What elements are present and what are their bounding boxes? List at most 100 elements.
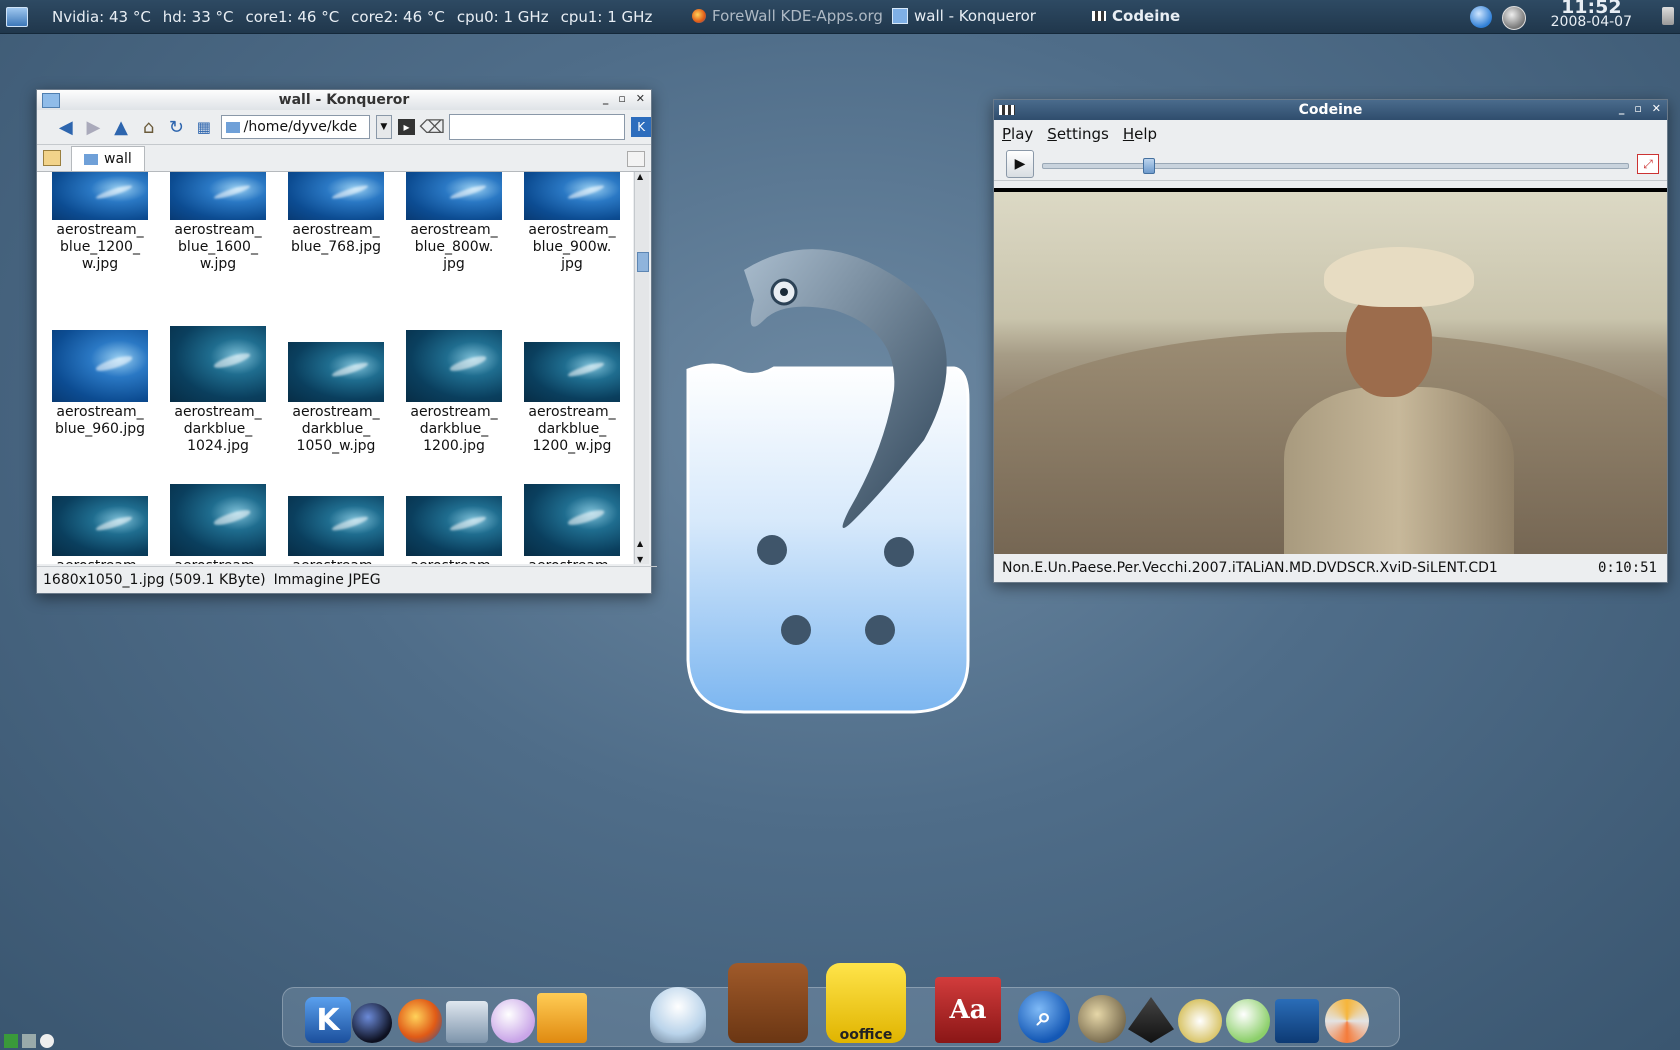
file-item[interactable]: aerostream_ (513, 484, 631, 564)
file-item[interactable]: aerostream_ darkblue_ 1024.jpg (159, 326, 277, 455)
taskbar-firefox[interactable]: ForeWall KDE-Apps.org (692, 7, 883, 25)
status-bar: 1680x1050_1.jpg (509.1 KByte) Immagine J… (37, 566, 657, 593)
file-name-line: darkblue_ (301, 421, 371, 437)
location-field[interactable]: /home/dyve/kde (220, 115, 370, 139)
reload-icon[interactable]: ↻ (165, 116, 187, 138)
back-arrow-icon[interactable]: ◀ (55, 116, 77, 138)
gimp-icon[interactable] (1078, 995, 1126, 1043)
image-thumbnail (406, 496, 502, 556)
folder-icon (84, 153, 98, 165)
cd-icon[interactable] (1325, 999, 1369, 1043)
brush-icon[interactable] (1178, 999, 1222, 1043)
file-item[interactable]: aerostream_ blue_1200_ w.jpg (41, 172, 159, 273)
file-item[interactable]: aerostream_ (41, 496, 159, 564)
file-name-line: 1024.jpg (187, 438, 249, 454)
video-frame[interactable] (994, 188, 1667, 554)
music-icon[interactable] (1226, 999, 1270, 1043)
kde-icon[interactable]: K (305, 997, 351, 1043)
show-desktop-icon[interactable] (6, 6, 28, 27)
fullscreen-button[interactable]: ⤢ (1637, 154, 1659, 174)
update-icon[interactable] (1502, 6, 1526, 30)
home-icon[interactable]: ⌂ (138, 116, 160, 138)
search-input[interactable] (449, 114, 626, 140)
menu-settings[interactable]: Settings (1047, 125, 1109, 143)
maximize-button[interactable]: ▫ (618, 92, 625, 105)
kde-throbber-icon[interactable]: K (631, 117, 652, 137)
scroll-up-icon[interactable]: ▲ (637, 172, 643, 181)
file-name-line: aerostream_ (159, 558, 277, 564)
close-button[interactable]: ✕ (636, 92, 645, 105)
tab-wall-label: wall (104, 151, 132, 167)
menu-play[interactable]: Play (1002, 125, 1033, 143)
penguin-icon[interactable] (22, 1034, 36, 1048)
file-item[interactable]: aerostream_ (395, 496, 513, 564)
scroll-down-icon[interactable]: ▼ (637, 555, 643, 564)
folder-icon (225, 121, 240, 133)
image-thumbnail (524, 172, 620, 220)
close-tab-icon[interactable] (627, 151, 645, 167)
image-thumbnail (52, 172, 148, 220)
media-filename: Non.E.Un.Paese.Per.Vecchi.2007.iTALiAN.M… (1002, 560, 1498, 576)
clock[interactable]: 11:52 2008-04-07 (1551, 0, 1632, 30)
menu-help[interactable]: Help (1123, 125, 1157, 143)
seek-handle[interactable] (1143, 158, 1156, 174)
kmail-icon[interactable] (446, 1001, 488, 1043)
kopete-icon[interactable] (491, 999, 535, 1043)
firefox-icon (692, 9, 706, 23)
scrollbar-thumb[interactable] (637, 252, 649, 272)
video-figure-hat (1324, 247, 1474, 307)
minimize-button[interactable]: _ (1619, 102, 1625, 115)
location-dropdown-button[interactable]: ▼ (375, 115, 392, 139)
file-item[interactable]: aerostream_ blue_1600_ w.jpg (159, 172, 277, 273)
taskbar-konqueror[interactable]: wall - Konqueror (892, 7, 1036, 25)
sensor-cpu0: cpu0: 1 GHz (456, 7, 549, 26)
image-thumbnail (406, 330, 502, 402)
taskbar-codeine[interactable]: Codeine (1092, 7, 1180, 25)
cow-icon[interactable] (728, 963, 808, 1043)
up-arrow-icon[interactable]: ▲ (110, 116, 132, 138)
trash-icon[interactable] (1662, 7, 1674, 25)
amarok-icon[interactable] (537, 993, 587, 1043)
seek-slider[interactable] (1042, 158, 1629, 174)
chat-icon[interactable] (40, 1034, 54, 1048)
file-item[interactable]: aerostream_ blue_900w. jpg (513, 172, 631, 273)
draw-icon[interactable] (1275, 999, 1319, 1043)
sensor-core2: core2: 46 °C (351, 7, 445, 26)
close-button[interactable]: ✕ (1652, 102, 1661, 115)
tab-wall[interactable]: wall (71, 146, 145, 171)
kstars-icon[interactable] (352, 1003, 392, 1043)
koffice-icon[interactable]: ooffice (826, 963, 906, 1043)
minimize-button[interactable]: _ (603, 92, 609, 105)
file-name-line: 1200_w.jpg (532, 438, 612, 454)
file-item[interactable]: aerostream_ darkblue_ 1200_w.jpg (513, 342, 631, 455)
file-item[interactable]: aerostream_ darkblue_ 1200.jpg (395, 330, 513, 455)
sensor-cpu1: cpu1: 1 GHz (560, 7, 653, 26)
file-item[interactable]: aerostream_ (277, 496, 395, 564)
forward-arrow-icon[interactable]: ▶ (83, 116, 105, 138)
clear-location-icon[interactable]: ⌫ (420, 116, 445, 138)
maximize-button[interactable]: ▫ (1634, 102, 1641, 115)
view-mode-icon[interactable]: ▦ (193, 116, 215, 138)
vertical-scrollbar[interactable]: ▲ ▲ ▼ (634, 172, 649, 564)
play-button[interactable]: ▶ (1006, 150, 1034, 178)
menu-bar: Play Settings Help (994, 120, 1667, 148)
file-item[interactable]: aerostream_ blue_960.jpg (41, 330, 159, 438)
bulb-icon[interactable] (650, 987, 706, 1043)
image-thumbnail (288, 172, 384, 220)
file-name-line: aerostream_ (56, 404, 144, 420)
file-item[interactable]: aerostream_ blue_800w. jpg (395, 172, 513, 273)
konqueror-titlebar[interactable]: wall - Konqueror _ ▫ ✕ (37, 90, 651, 110)
search-icon[interactable]: ⌕ (1018, 991, 1070, 1043)
terminal-icon[interactable]: ▸ (397, 119, 416, 135)
firefox-icon[interactable] (398, 999, 442, 1043)
file-item[interactable]: aerostream_ darkblue_ 1050_w.jpg (277, 342, 395, 455)
codeine-titlebar[interactable]: Codeine _ ▫ ✕ (994, 100, 1667, 120)
file-item[interactable]: aerostream_ (159, 484, 277, 564)
scroll-up-icon[interactable]: ▲ (637, 539, 643, 548)
arrow-icon[interactable] (4, 1034, 18, 1048)
new-tab-icon[interactable] (43, 150, 61, 166)
network-icon[interactable] (1470, 6, 1492, 28)
dictionary-icon[interactable]: Aa (935, 977, 1001, 1043)
file-item[interactable]: aerostream_ blue_768.jpg (277, 172, 395, 256)
image-thumbnail (170, 172, 266, 220)
